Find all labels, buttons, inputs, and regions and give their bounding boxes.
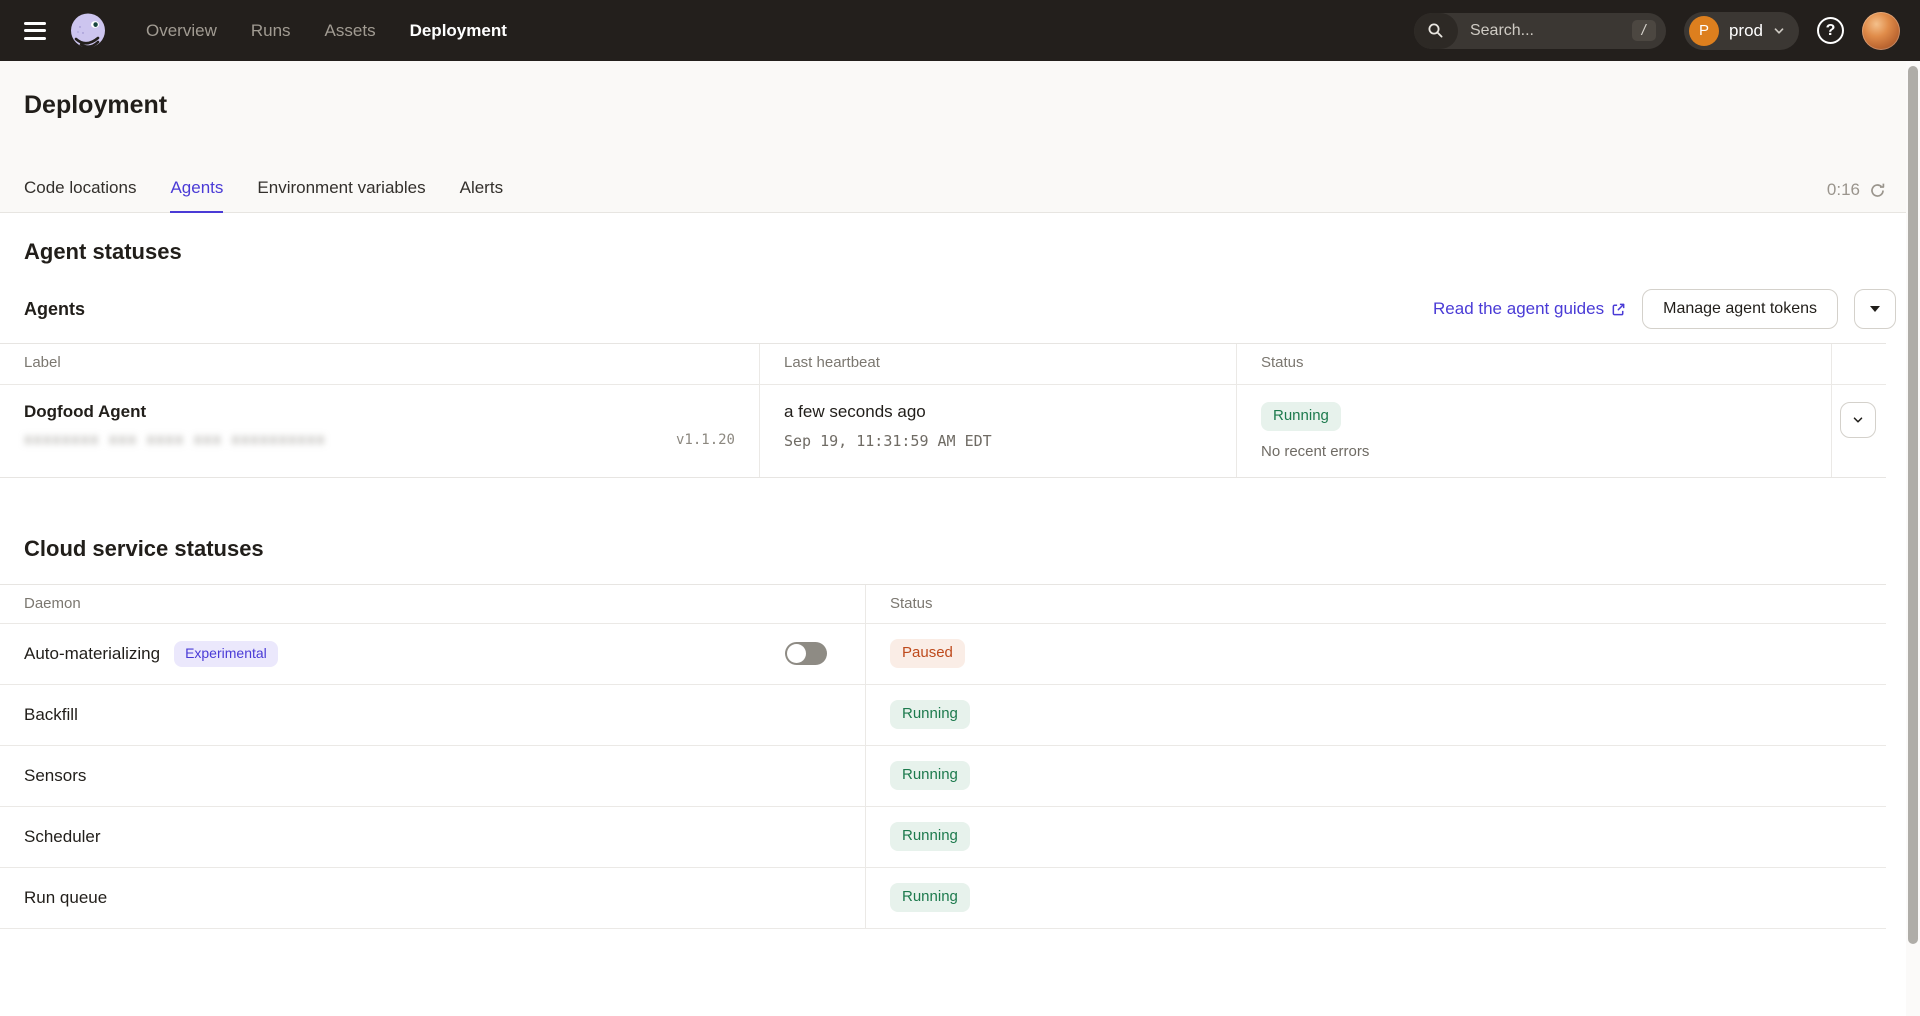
agent-table-row: Dogfood Agent xxxxxxxx xxx xxxx xxx xxxx… [0,384,1886,477]
cloud-row-scheduler: Scheduler Running [0,807,1886,868]
daemon-name: Sensors [24,766,86,786]
search-icon [1414,13,1458,49]
toggle-knob [787,644,806,663]
daemon-status-cell: Running [866,685,1886,745]
manage-agent-tokens-button[interactable]: Manage agent tokens [1642,289,1838,329]
tab-alerts[interactable]: Alerts [460,178,503,212]
agents-table: Label Last heartbeat Status Dogfood Agen… [0,343,1886,478]
dagster-logo[interactable] [68,11,108,51]
refresh-countdown: 0:16 [1827,180,1860,200]
daemon-name: Run queue [24,888,107,908]
agent-expand-button[interactable] [1840,402,1876,438]
experimental-badge: Experimental [174,641,278,667]
tab-agents[interactable]: Agents [170,178,223,212]
cloud-row-backfill: Backfill Running [0,685,1886,746]
cloud-service-statuses-heading: Cloud service statuses [0,536,1920,562]
nav-item-assets[interactable]: Assets [325,21,376,41]
agent-status-cell: Running No recent errors [1237,385,1832,477]
agent-status-badge: Running [1261,402,1341,431]
hamburger-menu-icon[interactable] [22,21,48,41]
external-link-icon [1611,302,1626,317]
org-initial-badge: P [1689,16,1719,46]
search-shortcut-key: / [1632,20,1656,41]
daemon-status-cell: Running [866,746,1886,806]
auto-materializing-toggle[interactable] [785,642,827,665]
daemon-name: Auto-materializing [24,644,160,664]
daemon-cell: Auto-materializing Experimental [0,624,866,684]
daemon-status-badge: Running [890,700,970,729]
cloud-row-run-queue: Run queue Running [0,868,1886,929]
agent-name: Dogfood Agent [24,402,735,422]
page-header: Deployment Code locations Agents Environme… [0,61,1920,213]
daemon-cell: Backfill [0,685,866,745]
col-daemon: Daemon [0,585,866,623]
user-avatar[interactable] [1862,12,1900,50]
heartbeat-timestamp: Sep 19, 11:31:59 AM EDT [784,432,1212,450]
daemon-status-badge: Paused [890,639,965,668]
col-last-heartbeat: Last heartbeat [760,344,1237,384]
scrollbar-track [1906,61,1920,1016]
scrollbar-thumb[interactable] [1908,66,1918,944]
agent-heartbeat-cell: a few seconds ago Sep 19, 11:31:59 AM ED… [760,385,1237,477]
agent-id-redacted: xxxxxxxx xxx xxxx xxx xxxxxxxxxx [24,432,326,448]
col-status: Status [866,585,1886,623]
heartbeat-relative: a few seconds ago [784,402,1212,422]
daemon-status-badge: Running [890,761,970,790]
chevron-down-icon [1773,25,1785,37]
tab-code-locations[interactable]: Code locations [24,178,136,212]
daemon-name: Scheduler [24,827,101,847]
cloud-row-sensors: Sensors Running [0,746,1886,807]
refresh-icon[interactable] [1869,182,1886,199]
daemon-status-cell: Running [866,868,1886,928]
deployment-switcher[interactable]: P prod [1684,12,1799,50]
agent-label-cell: Dogfood Agent xxxxxxxx xxx xxxx xxx xxxx… [0,385,760,477]
nav-item-deployment[interactable]: Deployment [410,21,507,41]
search-placeholder: Search... [1470,22,1632,40]
help-icon[interactable]: ? [1817,17,1844,44]
page-title: Deployment [0,91,1920,120]
daemon-name: Backfill [24,705,78,725]
deployment-tabs: Code locations Agents Environment variable… [0,178,527,212]
col-status: Status [1237,344,1832,384]
cloud-services-table: Daemon Status Auto-materializing Experime… [0,584,1886,929]
nav-item-overview[interactable]: Overview [146,21,217,41]
nav-item-runs[interactable]: Runs [251,21,291,41]
tab-environment-variables[interactable]: Environment variables [257,178,425,212]
agents-table-header: Label Last heartbeat Status [0,344,1886,384]
daemon-cell: Run queue [0,868,866,928]
col-label: Label [0,344,760,384]
agents-subheading: Agents [24,299,85,320]
col-actions [1832,344,1886,384]
daemon-status-badge: Running [890,822,970,851]
top-navigation-bar: Overview Runs Assets Deployment Search... /… [0,0,1920,61]
main-nav: Overview Runs Assets Deployment [146,21,507,41]
deployment-name: prod [1729,21,1763,41]
agent-expand-cell [1832,385,1886,477]
daemon-status-cell: Paused [866,624,1886,684]
agent-version: v1.1.20 [676,432,735,448]
agent-statuses-heading: Agent statuses [0,239,1920,265]
daemon-status-badge: Running [890,883,970,912]
daemon-status-cell: Running [866,807,1886,867]
chevron-down-icon [1851,413,1865,427]
cloud-table-header: Daemon Status [0,585,1886,624]
search-input[interactable]: Search... / [1414,13,1666,49]
daemon-cell: Scheduler [0,807,866,867]
cloud-row-auto-materializing: Auto-materializing Experimental Paused [0,624,1886,685]
caret-down-icon [1870,306,1880,312]
agent-errors-text: No recent errors [1261,443,1369,460]
daemon-cell: Sensors [0,746,866,806]
read-agent-guides-link[interactable]: Read the agent guides [1433,299,1626,319]
agents-more-actions-button[interactable] [1854,289,1896,329]
